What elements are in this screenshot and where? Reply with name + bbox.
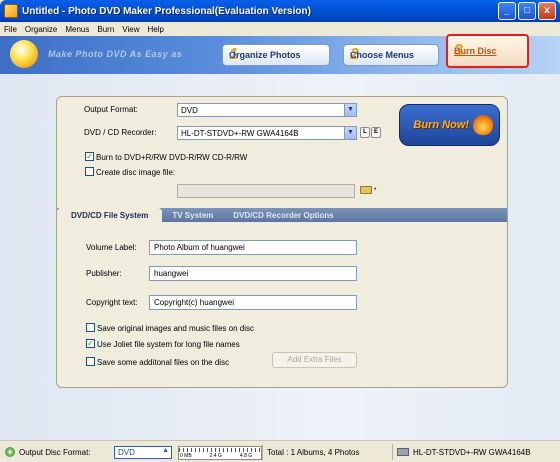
step-organize-photos[interactable]: 1 Organize Photos — [222, 44, 330, 66]
step-label: Burn Disc — [454, 46, 497, 56]
flame-icon — [473, 115, 493, 135]
settings-tabs: DVD/CD File System TV System DVD/CD Reco… — [57, 208, 507, 222]
drive-icon — [397, 448, 409, 456]
banner-slogan: Make Photo DVD As Easy as — [48, 49, 183, 59]
app-icon — [4, 4, 18, 18]
burn-to-checkbox[interactable]: ✓ — [85, 152, 94, 161]
recorder-select[interactable]: HL-DT-STDVD+-RW GWA4164B ▼ — [177, 126, 357, 140]
capacity-label-min: 0 MB — [180, 453, 192, 459]
disc-icon — [5, 447, 15, 457]
use-joliet-label: Use Joliet file system for long file nam… — [97, 340, 240, 349]
output-format-value: DVD — [181, 106, 198, 115]
tab-dvd-cd-file-system[interactable]: DVD/CD File System — [57, 208, 163, 222]
menu-view[interactable]: View — [122, 25, 139, 34]
save-original-label: Save original images and music files on … — [97, 324, 254, 333]
status-divider — [392, 444, 393, 460]
drive-name: HL-DT-STDVD+-RW GWA4164B — [413, 448, 531, 457]
image-path-input[interactable] — [177, 184, 355, 198]
use-joliet-checkbox[interactable]: ✓ — [86, 339, 95, 348]
menu-menus[interactable]: Menus — [65, 25, 89, 34]
create-image-checkbox[interactable] — [85, 167, 94, 176]
copyright-input[interactable]: Copyright(c) huangwei — [149, 295, 357, 310]
title-bar: Untitled - Photo DVD Maker Professional(… — [0, 0, 560, 22]
publisher-input[interactable]: huangwei — [149, 266, 357, 281]
output-disc-format-label: Output Disc Format: — [19, 448, 91, 457]
step-banner: Make Photo DVD As Easy as 1 Organize Pho… — [0, 34, 560, 74]
burn-now-label: Burn Now! — [413, 119, 469, 131]
step-burn-disc[interactable]: 3 Burn Disc — [446, 34, 529, 68]
chevron-down-icon: ▼ — [344, 104, 356, 116]
menu-burn[interactable]: Burn — [97, 25, 114, 34]
add-extra-files-button[interactable]: Add Extra Files — [272, 352, 357, 368]
status-divider — [262, 444, 263, 460]
tab-recorder-options[interactable]: DVD/CD Recorder Options — [223, 208, 343, 222]
burn-to-label: Burn to DVD+R/RW DVD-R/RW CD-R/RW — [96, 153, 248, 162]
close-button[interactable]: x — [538, 2, 556, 20]
status-bar: Output Disc Format: DVD ▲ 0 MB 2.4 G 4.8… — [0, 440, 560, 462]
capacity-ticks — [179, 448, 261, 452]
window-title: Untitled - Photo DVD Maker Professional(… — [22, 5, 311, 17]
volume-label-label: Volume Label: — [86, 243, 137, 252]
output-format-select[interactable]: DVD ▼ — [177, 103, 357, 117]
recorder-e-button[interactable]: E — [371, 127, 381, 138]
recorder-label: DVD / CD Recorder: — [84, 128, 157, 137]
menu-organize[interactable]: Organize — [25, 25, 57, 34]
browse-dots-icon: • — [374, 186, 377, 193]
save-additional-checkbox[interactable] — [86, 357, 95, 366]
step-label: Choose Menus — [350, 50, 415, 60]
create-image-label: Create disc image file: — [96, 168, 176, 177]
chevron-up-icon: ▲ — [162, 447, 169, 454]
publisher-label: Publisher: — [86, 269, 122, 278]
disc-format-value: DVD — [118, 448, 135, 457]
step-label: Organize Photos — [229, 50, 301, 60]
output-format-label: Output Format: — [84, 105, 138, 114]
disc-format-select[interactable]: DVD ▲ — [114, 446, 172, 459]
chevron-down-icon: ▼ — [344, 127, 356, 139]
menu-file[interactable]: File — [4, 25, 17, 34]
disc-capacity-bar: 0 MB 2.4 G 4.8 G — [178, 446, 262, 460]
step-choose-menus[interactable]: 2 Choose Menus — [343, 44, 439, 66]
copyright-label: Copyright text: — [86, 298, 138, 307]
volume-label-input[interactable]: Photo Album of huangwei — [149, 240, 357, 255]
tab-tv-system[interactable]: TV System — [162, 208, 223, 222]
save-additional-label: Save some additonal files on the disc — [97, 358, 230, 367]
total-summary: Total : 1 Albums, 4 Photos — [267, 448, 360, 457]
minimize-button[interactable]: _ — [498, 2, 516, 20]
recorder-l-button[interactable]: L — [360, 127, 370, 138]
maximize-button[interactable]: □ — [518, 2, 536, 20]
folder-icon[interactable] — [360, 186, 372, 194]
capacity-label-mid: 2.4 G — [209, 453, 222, 459]
burn-now-button[interactable]: Burn Now! — [399, 104, 500, 146]
save-original-checkbox[interactable] — [86, 323, 95, 332]
menu-help[interactable]: Help — [147, 25, 163, 34]
sun-logo-icon — [10, 40, 38, 68]
capacity-label-max: 4.8 G — [239, 453, 253, 459]
recorder-value: HL-DT-STDVD+-RW GWA4164B — [181, 129, 299, 138]
